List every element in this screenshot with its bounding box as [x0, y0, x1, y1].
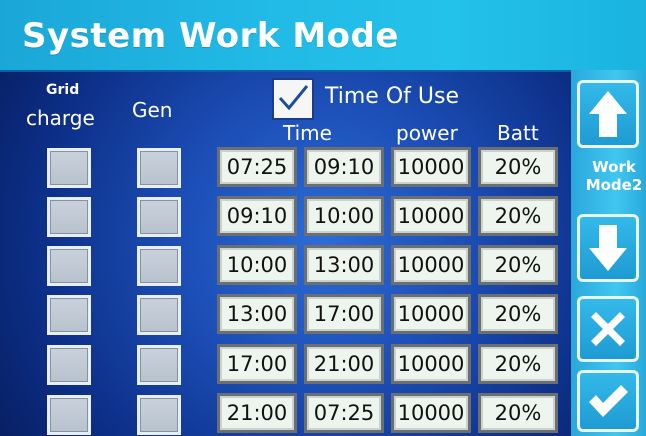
gen-checkbox[interactable]	[137, 345, 181, 385]
close-icon	[591, 312, 625, 346]
start-time-field[interactable]: 13:00	[217, 294, 297, 334]
checkmark-icon	[278, 85, 309, 111]
batt-field[interactable]: 20%	[478, 294, 558, 334]
end-time-field[interactable]: 09:10	[304, 147, 384, 187]
cancel-button[interactable]	[577, 296, 639, 362]
page-down-button[interactable]	[577, 214, 639, 282]
grid-charge-checkbox[interactable]	[47, 148, 91, 188]
batt-field[interactable]: 20%	[478, 344, 558, 384]
grid-header: Grid	[46, 82, 80, 98]
page-up-button[interactable]	[577, 80, 639, 148]
end-time-field[interactable]: 21:00	[304, 344, 384, 384]
power-field[interactable]: 10000	[391, 294, 471, 334]
batt-field[interactable]: 20%	[478, 245, 558, 285]
time-of-use-label: Time Of Use	[325, 84, 459, 109]
start-time-field[interactable]: 07:25	[217, 147, 297, 187]
work-mode-indicator: Work Mode2	[584, 158, 644, 194]
end-time-field[interactable]: 17:00	[304, 294, 384, 334]
start-time-field[interactable]: 10:00	[217, 245, 297, 285]
power-field[interactable]: 10000	[391, 245, 471, 285]
confirm-button[interactable]	[577, 370, 639, 432]
check-icon	[589, 385, 628, 417]
batt-field[interactable]: 20%	[478, 196, 558, 236]
batt-header: Batt	[497, 121, 539, 145]
time-of-use-checkbox[interactable]	[272, 78, 314, 120]
grid-charge-checkbox[interactable]	[47, 295, 91, 335]
start-time-field[interactable]: 17:00	[217, 344, 297, 384]
work-mode-screen: System Work Mode Grid charge Gen Time po…	[0, 0, 646, 436]
gen-checkbox[interactable]	[137, 246, 181, 286]
power-header: power	[396, 121, 458, 145]
gen-header: Gen	[132, 98, 173, 122]
gen-checkbox[interactable]	[137, 148, 181, 188]
batt-field[interactable]: 20%	[478, 393, 558, 433]
batt-field[interactable]: 20%	[478, 147, 558, 187]
start-time-field[interactable]: 21:00	[217, 393, 297, 433]
page-title: System Work Mode	[22, 16, 399, 56]
power-field[interactable]: 10000	[391, 196, 471, 236]
grid-charge-checkbox[interactable]	[47, 345, 91, 385]
end-time-field[interactable]: 10:00	[304, 196, 384, 236]
work-mode-line1: Work	[592, 158, 636, 176]
arrow-up-icon	[589, 91, 627, 137]
power-field[interactable]: 10000	[391, 147, 471, 187]
work-mode-line2: Mode2	[585, 176, 643, 194]
grid-charge-checkbox[interactable]	[47, 395, 91, 435]
power-field[interactable]: 10000	[391, 393, 471, 433]
start-time-field[interactable]: 09:10	[217, 196, 297, 236]
gen-checkbox[interactable]	[137, 197, 181, 237]
title-bar: System Work Mode	[0, 0, 646, 72]
charge-header: charge	[26, 106, 95, 130]
time-header: Time	[283, 121, 332, 145]
grid-charge-checkbox[interactable]	[47, 246, 91, 286]
grid-charge-checkbox[interactable]	[47, 197, 91, 237]
arrow-down-icon	[589, 225, 627, 271]
end-time-field[interactable]: 07:25	[304, 393, 384, 433]
end-time-field[interactable]: 13:00	[304, 245, 384, 285]
gen-checkbox[interactable]	[137, 295, 181, 335]
gen-checkbox[interactable]	[137, 395, 181, 435]
power-field[interactable]: 10000	[391, 344, 471, 384]
